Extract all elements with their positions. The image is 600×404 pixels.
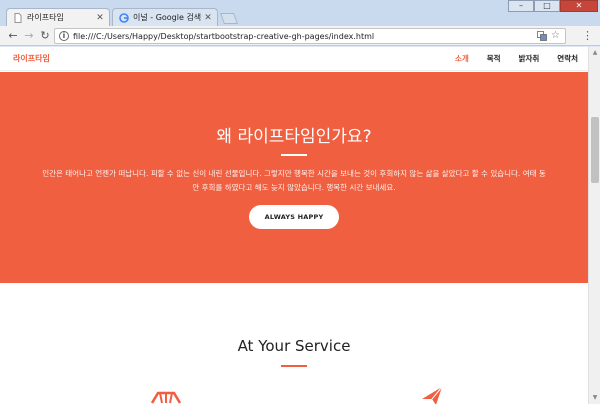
scroll-down-icon[interactable]: ▼ [591, 394, 599, 402]
back-icon[interactable]: ← [6, 29, 20, 43]
menu-icon[interactable]: ⋮ [582, 29, 593, 43]
page-icon [13, 12, 23, 23]
address-bar[interactable]: i file:///C:/Users/Happy/Desktop/startbo… [54, 28, 566, 44]
bookmark-star-icon[interactable]: ☆ [551, 31, 561, 41]
browser-titlebar: 라이프타임 ✕ 이널 - Google 검색 ✕ – □ ✕ [0, 0, 600, 26]
close-window-button[interactable]: ✕ [560, 0, 598, 12]
minimize-button[interactable]: – [508, 0, 534, 12]
browser-toolbar: ← → ↻ i file:///C:/Users/Happy/Desktop/s… [0, 26, 600, 46]
window-controls: – □ ✕ [508, 0, 598, 12]
translate-icon[interactable] [537, 31, 547, 41]
page-scrollbar[interactable]: ▲ ▼ [588, 47, 600, 404]
about-text: 인간은 태어나고 언젠가 떠납니다. 피할 수 없는 신이 내린 선물입니다. … [42, 169, 546, 192]
heading-divider [281, 154, 307, 156]
scroll-up-icon[interactable]: ▲ [591, 49, 599, 57]
site-brand[interactable]: 라이프타임 [13, 53, 50, 64]
always-happy-button[interactable]: ALWAYS HAPPY [249, 205, 339, 229]
maximize-button[interactable]: □ [534, 0, 560, 12]
tab-label: 이널 - Google 검색 [133, 13, 202, 22]
site-nav-links: 소개 목적 밝자취 연락처 [437, 53, 578, 64]
nav-link-contact[interactable]: 연락처 [557, 53, 578, 64]
close-icon[interactable]: ✕ [95, 13, 105, 23]
paper-plane-icon [420, 385, 444, 404]
google-icon [119, 12, 129, 23]
service-divider [281, 365, 307, 367]
diamond-icon [148, 387, 184, 404]
info-icon[interactable]: i [59, 31, 69, 41]
tab-lifetime[interactable]: 라이프타임 ✕ [6, 8, 110, 26]
tab-label: 라이프타임 [27, 13, 64, 22]
about-section: 왜 라이프타임인가요? 인간은 태어나고 언젠가 떠납니다. 피할 수 없는 신… [0, 72, 588, 283]
new-tab-button[interactable] [219, 13, 239, 24]
service-heading: At Your Service [237, 337, 351, 355]
reload-icon[interactable]: ↻ [38, 29, 52, 43]
about-heading: 왜 라이프타임인가요? [216, 127, 372, 147]
nav-link-footsteps[interactable]: 밝자취 [519, 53, 540, 64]
close-icon[interactable]: ✕ [203, 13, 213, 23]
tab-google-search[interactable]: 이널 - Google 검색 ✕ [112, 8, 218, 26]
page-viewport: 라이프타임 소개 목적 밝자취 연락처 왜 라이프타임인가요? 인간은 태어나고… [0, 47, 588, 404]
forward-icon[interactable]: → [22, 29, 36, 43]
nav-link-purpose[interactable]: 목적 [487, 53, 501, 64]
scrollbar-thumb[interactable] [591, 117, 599, 183]
address-url[interactable]: file:///C:/Users/Happy/Desktop/startboot… [73, 32, 537, 41]
site-navbar: 라이프타임 소개 목적 밝자취 연락처 [0, 47, 588, 71]
nav-link-intro[interactable]: 소개 [455, 53, 469, 64]
